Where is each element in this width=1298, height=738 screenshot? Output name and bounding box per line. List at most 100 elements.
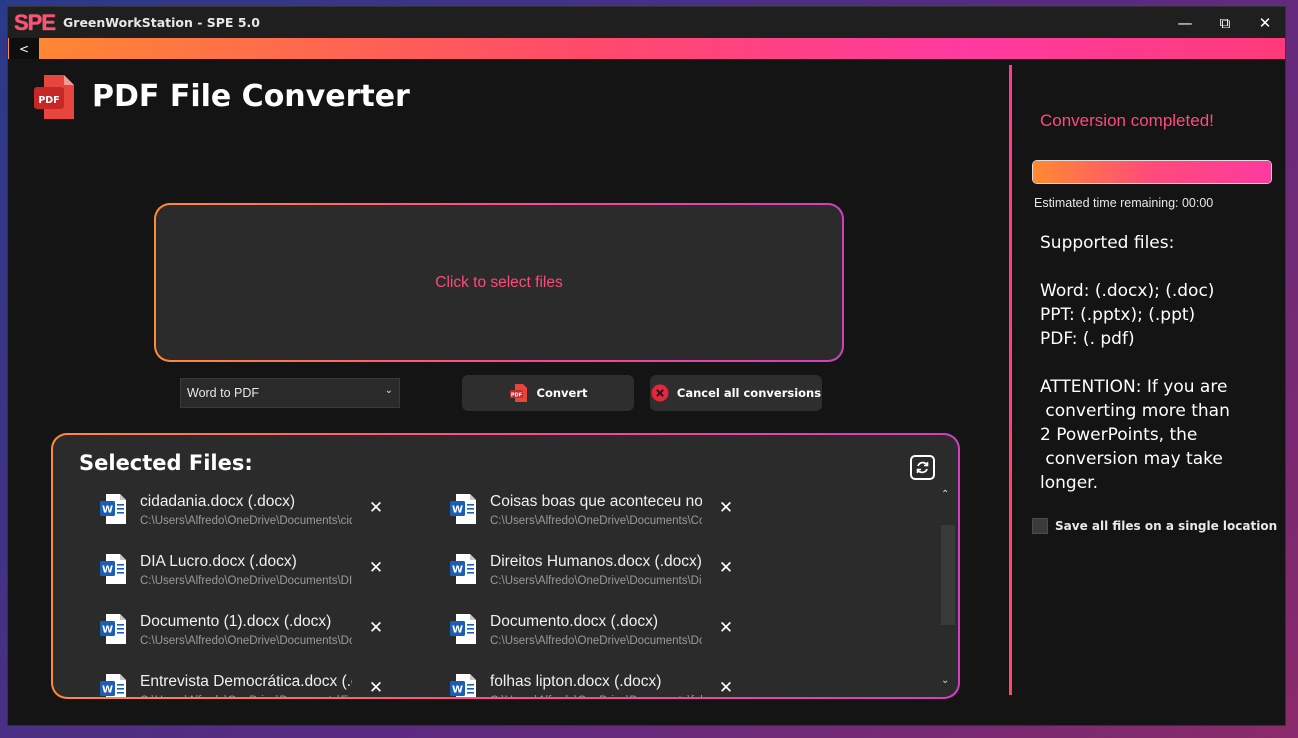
close-icon: ✕ xyxy=(718,678,734,697)
select-value: Word to PDF xyxy=(187,386,260,400)
estimated-time: Estimated time remaining: 00:00 xyxy=(1034,196,1214,210)
minimize-icon: — xyxy=(1177,13,1193,32)
remove-file-button[interactable]: ✕ xyxy=(717,618,735,638)
file-dropzone[interactable]: Click to select files xyxy=(154,203,844,362)
remove-file-button[interactable]: ✕ xyxy=(367,678,385,697)
single-location-label: Save all files on a single location xyxy=(1055,519,1278,533)
file-path: C:\Users\Alfredo\OneDrive\Documents\cida… xyxy=(140,515,352,527)
scroll-up-icon[interactable]: ⌃ xyxy=(941,489,949,500)
scroll-thumb[interactable] xyxy=(941,525,955,625)
page-title: PDF File Converter xyxy=(92,79,410,114)
scroll-down-icon[interactable]: ⌄ xyxy=(941,675,949,686)
cancel-label: Cancel all conversions xyxy=(676,386,822,400)
chevron-down-icon: ⌄ xyxy=(384,385,393,396)
file-name: Direitos Humanos.docx (.docx) xyxy=(490,553,702,570)
conversion-status: Conversion completed! xyxy=(1040,111,1214,130)
accent-bar xyxy=(8,38,1285,59)
remove-file-button[interactable]: ✕ xyxy=(717,558,735,578)
convert-label: Convert xyxy=(536,386,588,400)
pdf-file-icon: PDF xyxy=(34,75,74,119)
svg-text:W: W xyxy=(452,505,463,516)
file-path: C:\Users\Alfredo\OneDrive\Documents\Entr… xyxy=(140,695,352,697)
back-button[interactable]: < xyxy=(9,38,39,59)
svg-text:W: W xyxy=(102,565,113,576)
single-location-checkbox[interactable] xyxy=(1032,518,1048,534)
file-name: cidadania.docx (.docx) xyxy=(140,493,296,510)
close-icon: ✕ xyxy=(368,618,384,638)
svg-text:W: W xyxy=(102,625,113,636)
pdf-icon: PDF xyxy=(509,384,527,402)
close-button[interactable]: ✕ xyxy=(1245,7,1285,38)
file-name: folhas lipton.docx (.docx) xyxy=(490,673,662,690)
svg-text:PDF: PDF xyxy=(38,95,59,106)
remove-file-button[interactable]: ✕ xyxy=(367,558,385,578)
refresh-button[interactable] xyxy=(910,455,935,480)
file-path: C:\Users\Alfredo\OneDrive\Documents\DIA … xyxy=(140,575,352,587)
panel-divider xyxy=(1009,65,1012,695)
supported-files-info: Supported files: Word: (.docx); (.doc) P… xyxy=(1040,233,1230,493)
file-path: C:\Users\Alfredo\OneDrive\Documents\Cois… xyxy=(490,515,702,527)
svg-text:W: W xyxy=(102,685,113,696)
selected-files-panel: Selected Files: W cidadania.docx (.docx)… xyxy=(51,433,960,699)
word-document-icon: W xyxy=(450,494,476,524)
close-icon: ✕ xyxy=(368,498,384,518)
svg-text:W: W xyxy=(102,505,113,516)
remove-file-button[interactable]: ✕ xyxy=(367,618,385,638)
single-location-option[interactable]: Save all files on a single location xyxy=(1032,518,1277,534)
app-logo: SPE xyxy=(14,9,56,35)
convert-button[interactable]: PDF Convert xyxy=(462,375,634,411)
selected-files-inner: Selected Files: W cidadania.docx (.docx)… xyxy=(53,435,958,697)
title-bar: SPE GreenWorkStation - SPE 5.0 — ⧉ ✕ xyxy=(8,7,1285,38)
conversion-progress-bar xyxy=(1032,160,1272,184)
file-list-scrollbar[interactable]: ⌃ ⌄ xyxy=(941,489,957,693)
file-list-item: W DIA Lucro.docx (.docx) C:\Users\Alfred… xyxy=(99,553,399,603)
file-list-item: W folhas lipton.docx (.docx) C:\Users\Al… xyxy=(449,673,749,697)
file-list-item: W Documento (1).docx (.docx) C:\Users\Al… xyxy=(99,613,399,663)
word-document-icon: W xyxy=(100,614,126,644)
close-icon: ✕ xyxy=(718,498,734,518)
dropzone-label: Click to select files xyxy=(156,205,842,360)
file-path: C:\Users\Alfredo\OneDrive\Documents\Docu… xyxy=(490,635,702,647)
word-document-icon: W xyxy=(450,554,476,584)
file-list-item: W Entrevista Democrática.docx (.docx) C:… xyxy=(99,673,399,697)
file-path: C:\Users\Alfredo\OneDrive\Documents\folh… xyxy=(490,695,702,697)
file-name: Entrevista Democrática.docx (.docx) xyxy=(140,673,352,690)
file-list-item: W Direitos Humanos.docx (.docx) C:\Users… xyxy=(449,553,749,603)
remove-file-button[interactable]: ✕ xyxy=(717,678,735,697)
word-document-icon: W xyxy=(100,554,126,584)
close-icon: ✕ xyxy=(718,558,734,578)
remove-file-button[interactable]: ✕ xyxy=(717,498,735,518)
word-document-icon: W xyxy=(100,674,126,697)
app-window: SPE GreenWorkStation - SPE 5.0 — ⧉ ✕ < P… xyxy=(7,6,1286,726)
svg-text:W: W xyxy=(452,565,463,576)
word-document-icon: W xyxy=(450,614,476,644)
file-list-item: W Coisas boas que aconteceu no ano.docx … xyxy=(449,493,749,543)
svg-text:PDF: PDF xyxy=(510,393,521,399)
file-name: Documento (1).docx (.docx) xyxy=(140,613,332,630)
maximize-icon: ⧉ xyxy=(1219,13,1231,32)
close-icon: ✕ xyxy=(1258,13,1272,32)
file-list-item: W Documento.docx (.docx) C:\Users\Alfred… xyxy=(449,613,749,663)
file-name: DIA Lucro.docx (.docx) xyxy=(140,553,297,570)
close-icon: ✕ xyxy=(368,558,384,578)
word-document-icon: W xyxy=(450,674,476,697)
file-list-item: W cidadania.docx (.docx) C:\Users\Alfred… xyxy=(99,493,399,543)
cancel-all-button[interactable]: Cancel all conversions xyxy=(650,375,822,411)
selected-files-title: Selected Files: xyxy=(79,451,253,475)
file-path: C:\Users\Alfredo\OneDrive\Documents\Dire… xyxy=(490,575,702,587)
refresh-icon xyxy=(916,461,929,474)
minimize-button[interactable]: — xyxy=(1165,7,1205,38)
word-document-icon: W xyxy=(100,494,126,524)
remove-file-button[interactable]: ✕ xyxy=(367,498,385,518)
conversion-mode-select[interactable]: Word to PDF ⌄ xyxy=(180,378,400,408)
svg-text:W: W xyxy=(452,625,463,636)
file-path: C:\Users\Alfredo\OneDrive\Documents\Docu… xyxy=(140,635,352,647)
file-name: Coisas boas que aconteceu no ano.docx (.… xyxy=(490,493,702,510)
close-icon: ✕ xyxy=(368,678,384,697)
close-icon: ✕ xyxy=(718,618,734,638)
maximize-button[interactable]: ⧉ xyxy=(1205,7,1245,38)
file-name: Documento.docx (.docx) xyxy=(490,613,658,630)
cancel-circle-icon xyxy=(651,384,669,402)
svg-text:W: W xyxy=(452,685,463,696)
window-title: GreenWorkStation - SPE 5.0 xyxy=(63,15,260,30)
